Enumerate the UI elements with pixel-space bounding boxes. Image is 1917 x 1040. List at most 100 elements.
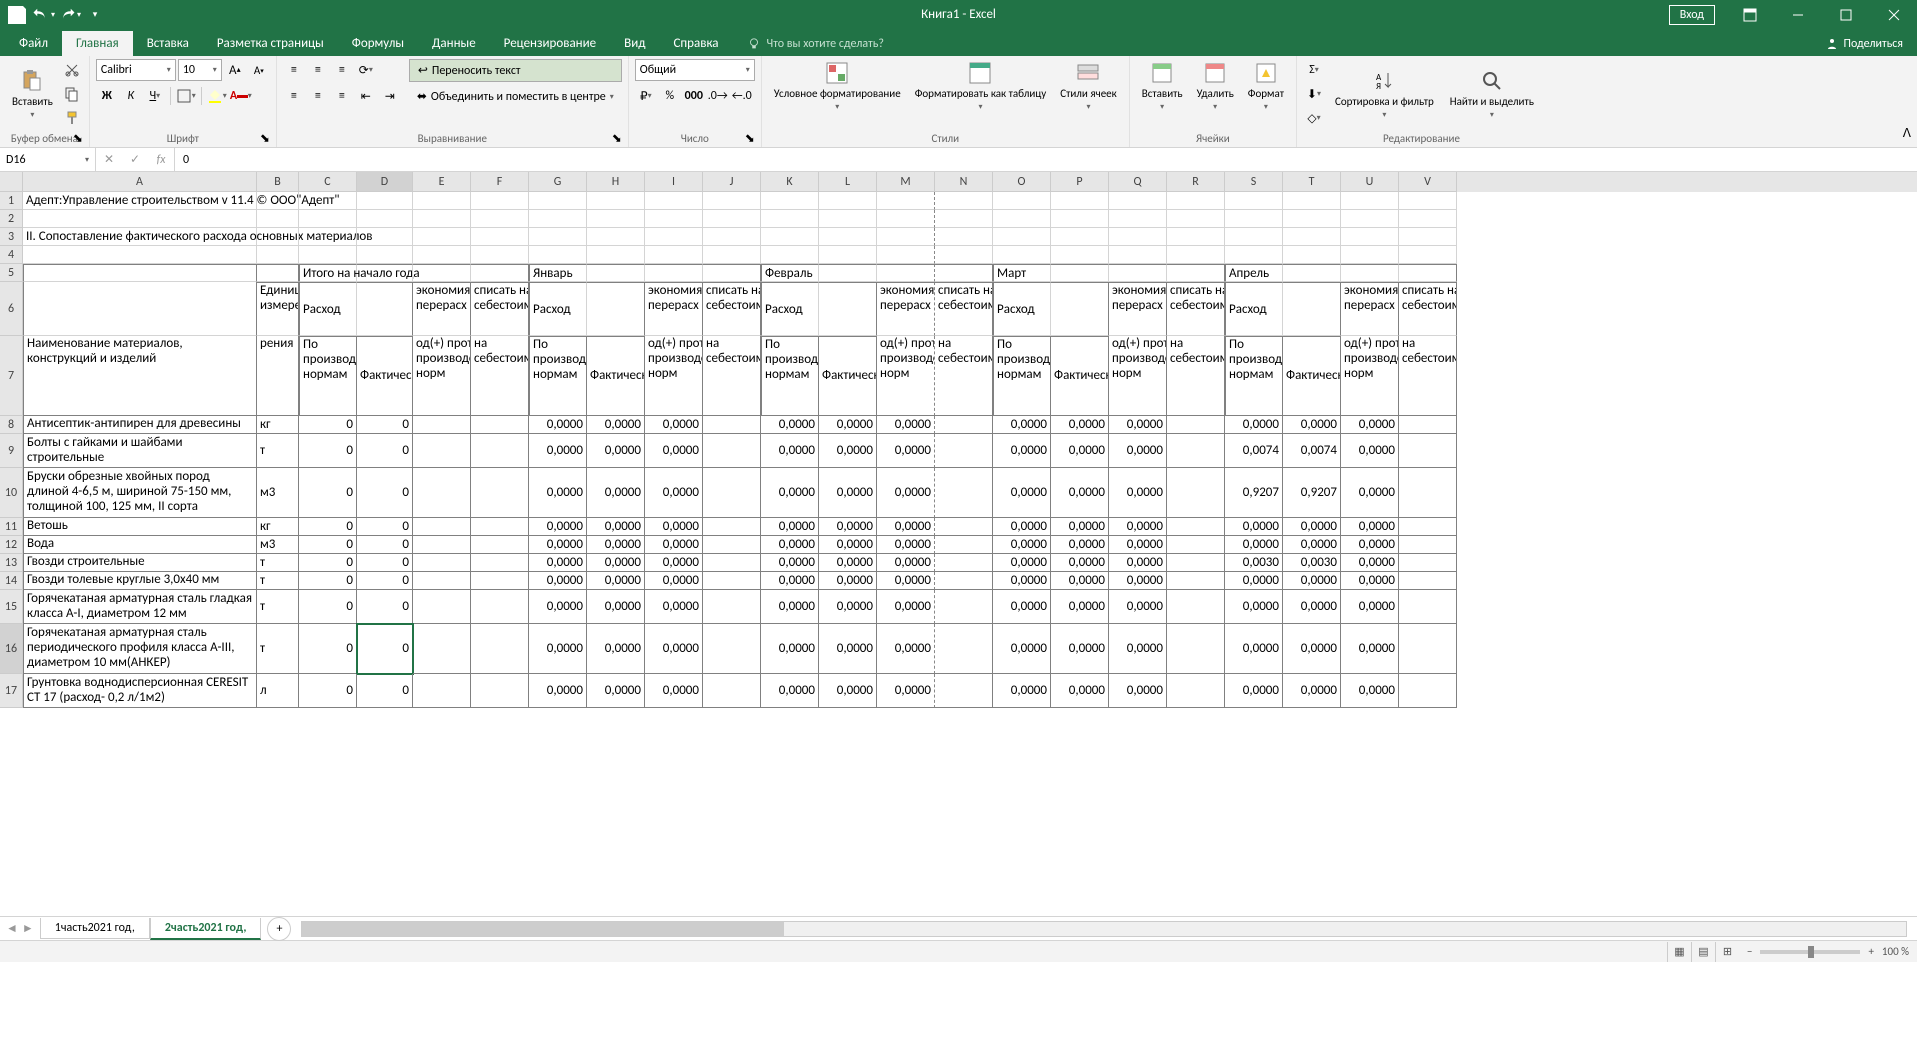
cell-A4[interactable] — [23, 246, 257, 264]
cell-B4[interactable] — [257, 246, 299, 264]
cell-Q1[interactable] — [1109, 192, 1167, 210]
cell-A13[interactable]: Гвозди строительные — [23, 554, 257, 572]
cell-S5[interactable]: Апрель — [1225, 264, 1283, 282]
cell-J2[interactable] — [703, 210, 761, 228]
save-icon[interactable] — [5, 3, 29, 27]
cell-B15[interactable]: т — [257, 590, 299, 624]
currency-icon[interactable]: ₽▾ — [635, 85, 657, 107]
border-icon[interactable]: ▾ — [175, 85, 197, 107]
cell-T7[interactable]: Фактический — [1283, 336, 1341, 416]
cell-B14[interactable]: т — [257, 572, 299, 590]
spreadsheet-grid[interactable]: ABCDEFGHIJKLMNOPQRSTUV 12345678910111213… — [0, 172, 1917, 916]
format-table-button[interactable]: Форматировать как таблицу▾ — [909, 59, 1053, 114]
cell-Q17[interactable]: 0,0000 — [1109, 674, 1167, 708]
cell-B11[interactable]: кг — [257, 518, 299, 536]
cell-P1[interactable] — [1051, 192, 1109, 210]
wrap-text-button[interactable]: ↩Переносить текст — [409, 59, 622, 82]
cell-D15[interactable]: 0 — [357, 590, 413, 624]
cell-G11[interactable]: 0,0000 — [529, 518, 587, 536]
cell-C8[interactable]: 0 — [299, 416, 357, 434]
cell-N10[interactable] — [935, 468, 993, 518]
cell-I5[interactable] — [645, 264, 703, 282]
cell-D14[interactable]: 0 — [357, 572, 413, 590]
cell-N2[interactable] — [935, 210, 993, 228]
cell-T11[interactable]: 0,0000 — [1283, 518, 1341, 536]
cell-H17[interactable]: 0,0000 — [587, 674, 645, 708]
cell-R5[interactable] — [1167, 264, 1225, 282]
cell-Q7[interactable]: од(+) против производственных норм — [1109, 336, 1167, 416]
cell-E15[interactable] — [413, 590, 471, 624]
cell-F1[interactable] — [471, 192, 529, 210]
cell-F3[interactable] — [471, 228, 529, 246]
cell-R6[interactable]: списать на себестоимость — [1167, 282, 1225, 336]
clipboard-launcher-icon[interactable]: ⬊ — [73, 131, 87, 145]
cell-A16[interactable]: Горячекатаная арматурная сталь периодиче… — [23, 624, 257, 674]
page-break-icon[interactable]: ⊞ — [1715, 942, 1739, 962]
cell-P15[interactable]: 0,0000 — [1051, 590, 1109, 624]
fx-icon[interactable]: fx — [148, 148, 174, 171]
underline-icon[interactable]: Ч▾ — [144, 85, 166, 107]
sort-filter-button[interactable]: AЯСортировка и фильтр▾ — [1329, 59, 1440, 129]
cell-O6[interactable]: Расход — [993, 282, 1051, 336]
cell-A15[interactable]: Горячекатаная арматурная сталь гладкая к… — [23, 590, 257, 624]
cell-E6[interactable]: экономия(-) перерасх — [413, 282, 471, 336]
cell-P9[interactable]: 0,0000 — [1051, 434, 1109, 468]
cell-H12[interactable]: 0,0000 — [587, 536, 645, 554]
cell-I2[interactable] — [645, 210, 703, 228]
align-center-icon[interactable]: ≡ — [307, 85, 329, 107]
cell-Q13[interactable]: 0,0000 — [1109, 554, 1167, 572]
cell-N6[interactable]: списать на себестоимость — [935, 282, 993, 336]
cell-T15[interactable]: 0,0000 — [1283, 590, 1341, 624]
cell-styles-button[interactable]: Стили ячеек▾ — [1054, 59, 1123, 114]
cell-U14[interactable]: 0,0000 — [1341, 572, 1399, 590]
cell-G12[interactable]: 0,0000 — [529, 536, 587, 554]
cell-L11[interactable]: 0,0000 — [819, 518, 877, 536]
cell-S13[interactable]: 0,0030 — [1225, 554, 1283, 572]
cell-K6[interactable]: Расход — [761, 282, 819, 336]
cell-H14[interactable]: 0,0000 — [587, 572, 645, 590]
percent-icon[interactable]: % — [659, 85, 681, 107]
row-header-8[interactable]: 8 — [0, 416, 23, 434]
cell-G16[interactable]: 0,0000 — [529, 624, 587, 674]
row-header-10[interactable]: 10 — [0, 468, 23, 518]
normal-view-icon[interactable]: ▦ — [1667, 942, 1691, 962]
cell-J15[interactable] — [703, 590, 761, 624]
cell-S14[interactable]: 0,0000 — [1225, 572, 1283, 590]
cell-I9[interactable]: 0,0000 — [645, 434, 703, 468]
font-launcher-icon[interactable]: ⬊ — [260, 131, 274, 145]
cell-C11[interactable]: 0 — [299, 518, 357, 536]
cell-V3[interactable] — [1399, 228, 1457, 246]
cell-C9[interactable]: 0 — [299, 434, 357, 468]
align-middle-icon[interactable]: ≡ — [307, 59, 329, 81]
cell-E3[interactable] — [413, 228, 471, 246]
cell-H7[interactable]: Фактический — [587, 336, 645, 416]
cell-E4[interactable] — [413, 246, 471, 264]
cell-V13[interactable] — [1399, 554, 1457, 572]
cell-Q12[interactable]: 0,0000 — [1109, 536, 1167, 554]
cell-G13[interactable]: 0,0000 — [529, 554, 587, 572]
cell-F16[interactable] — [471, 624, 529, 674]
col-header-F[interactable]: F — [471, 172, 529, 192]
cell-I6[interactable]: экономия(-) перерасх — [645, 282, 703, 336]
cell-Q14[interactable]: 0,0000 — [1109, 572, 1167, 590]
cell-M12[interactable]: 0,0000 — [877, 536, 935, 554]
cell-N15[interactable] — [935, 590, 993, 624]
cell-O14[interactable]: 0,0000 — [993, 572, 1051, 590]
cell-V7[interactable]: на себестоимость — [1399, 336, 1457, 416]
cell-G6[interactable]: Расход — [529, 282, 587, 336]
cell-I4[interactable] — [645, 246, 703, 264]
cell-Q2[interactable] — [1109, 210, 1167, 228]
tab-review[interactable]: Рецензирование — [490, 31, 610, 56]
minimize-icon[interactable] — [1775, 0, 1821, 29]
increase-font-icon[interactable]: A▴ — [224, 59, 246, 81]
cell-P3[interactable] — [1051, 228, 1109, 246]
row-header-1[interactable]: 1 — [0, 192, 23, 210]
col-header-G[interactable]: G — [529, 172, 587, 192]
cell-Q15[interactable]: 0,0000 — [1109, 590, 1167, 624]
cell-U4[interactable] — [1341, 246, 1399, 264]
cell-R2[interactable] — [1167, 210, 1225, 228]
col-header-H[interactable]: H — [587, 172, 645, 192]
cell-P7[interactable]: Фактический — [1051, 336, 1109, 416]
cell-N3[interactable] — [935, 228, 993, 246]
cell-M9[interactable]: 0,0000 — [877, 434, 935, 468]
